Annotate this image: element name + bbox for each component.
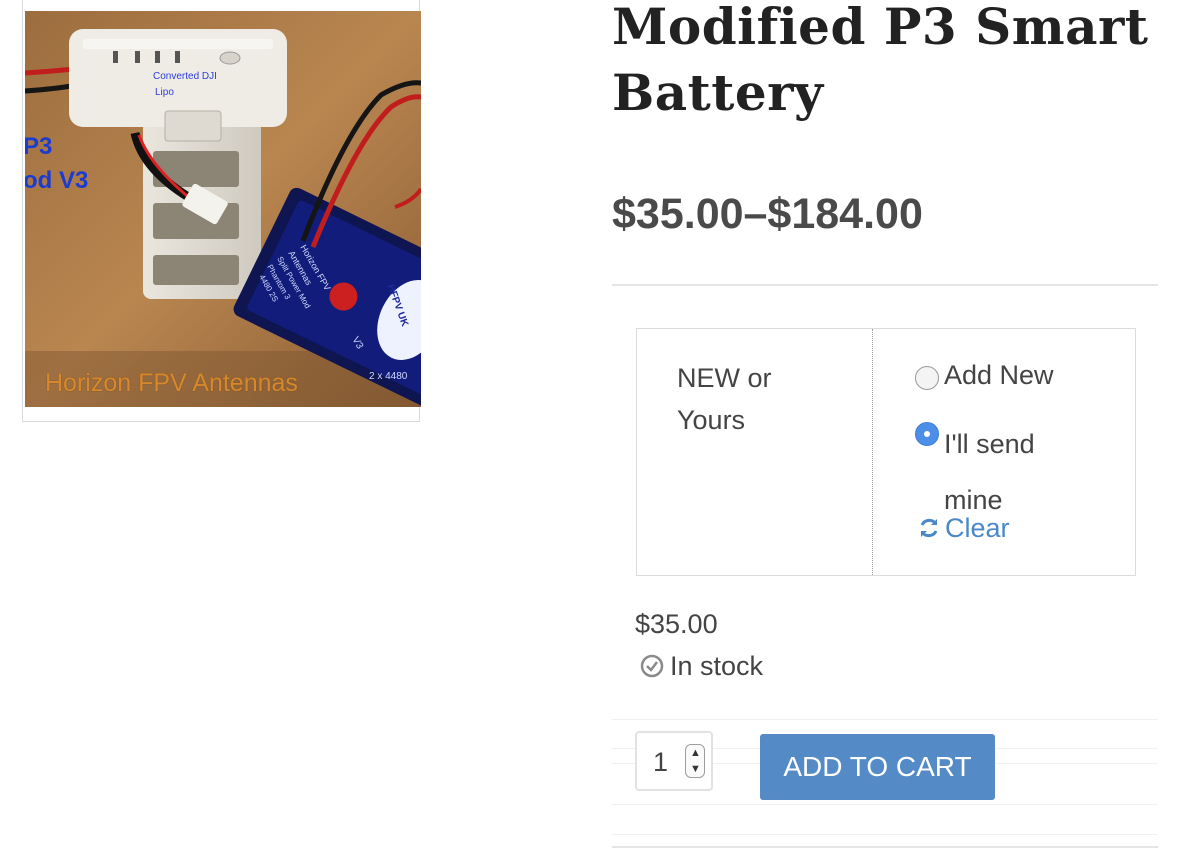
option-label-add-new: Add New xyxy=(944,360,1054,390)
cart-line-bottom xyxy=(612,804,1158,805)
image-label-converted: Converted DJI xyxy=(153,71,217,82)
product-gallery: Converted DJI Lipo P3 od V3 Horizon FPV … xyxy=(22,0,421,422)
variation-label-cell: NEW or Yours xyxy=(637,329,873,575)
image-label-lipo: Lipo xyxy=(155,87,174,98)
quantity-spinner[interactable]: ▲ ▼ xyxy=(685,744,705,778)
stock-status: In stock xyxy=(640,651,763,682)
refresh-icon xyxy=(920,518,938,538)
stock-label: In stock xyxy=(670,651,764,681)
image-pack-cells: 2 x 4480 xyxy=(369,371,408,382)
quantity-value[interactable]: 1 xyxy=(653,747,668,778)
quantity-stepper[interactable]: 1 ▲ ▼ xyxy=(635,731,713,791)
clear-link[interactable]: Clear xyxy=(917,513,1010,544)
image-label-p3: P3 xyxy=(25,133,53,160)
radio-send-mine[interactable] xyxy=(915,422,939,446)
price-range: $35.00–$184.00 xyxy=(612,190,923,238)
image-label-mod: od V3 xyxy=(25,167,89,194)
summary-divider xyxy=(612,284,1158,286)
spinner-up-icon[interactable]: ▲ xyxy=(690,747,701,759)
spinner-down-icon[interactable]: ▼ xyxy=(690,763,701,775)
cart-line-top xyxy=(612,719,1158,720)
image-caption: Horizon FPV Antennas xyxy=(45,369,298,397)
radio-add-new[interactable] xyxy=(915,366,939,390)
cart-divider xyxy=(612,846,1158,848)
option-label-send-mine: I'll send mine xyxy=(944,416,1104,528)
clear-label: Clear xyxy=(945,513,1010,543)
check-circle-icon xyxy=(640,654,664,678)
variation-label: NEW or Yours xyxy=(677,363,772,435)
variations-table: NEW or Yours Add New I'll send mine Clea… xyxy=(636,328,1136,576)
variation-price: $35.00 xyxy=(635,609,718,639)
product-image[interactable]: Converted DJI Lipo P3 od V3 Horizon FPV … xyxy=(25,11,421,407)
add-to-cart-button[interactable]: ADD TO CART xyxy=(760,734,995,800)
option-label-send-mine-text: I'll send mine xyxy=(944,429,1035,515)
cart-line-bottom-2 xyxy=(612,834,1158,835)
product-title: Modified P3 Smart Battery xyxy=(612,0,1149,122)
